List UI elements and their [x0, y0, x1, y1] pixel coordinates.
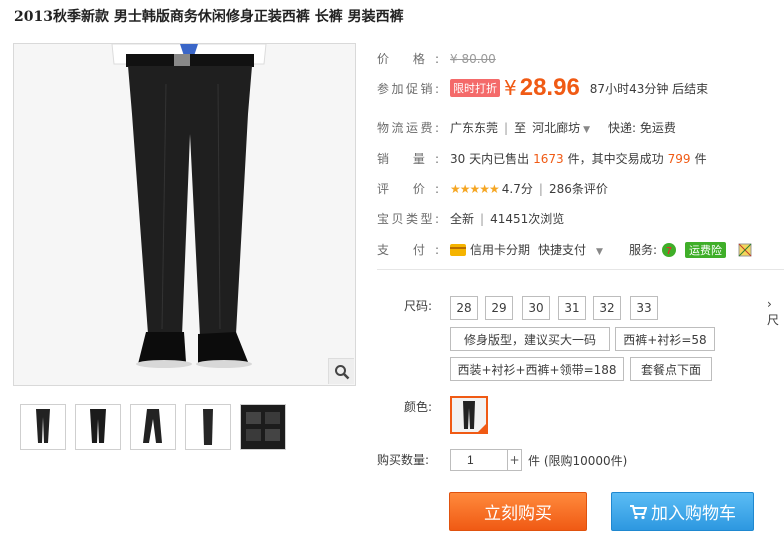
thumbnail-1[interactable]: [20, 404, 66, 450]
payment-row: 支 付: 信用卡分期 快捷支付 ▼ 服务: 7 运费险: [377, 241, 752, 258]
quantity-input[interactable]: [450, 449, 508, 471]
original-price: ¥ 80.00: [450, 51, 496, 66]
star-rating-icon: ★★★★★: [450, 181, 500, 196]
rating-sep: |: [538, 181, 543, 196]
service-icon: [738, 243, 752, 256]
shipping-from: 广东东莞: [450, 121, 499, 135]
size-note-package[interactable]: 套餐点下面: [630, 357, 712, 381]
thumbnail-5[interactable]: [240, 404, 286, 450]
quantity-increment-button[interactable]: +: [508, 449, 522, 471]
divider: [377, 269, 784, 270]
product-info: 价 格: ¥ 80.00 参加促销: 限时打折 ¥ 28.96 87小时43分钟…: [377, 0, 784, 544]
shopping-cart-icon: [630, 504, 647, 519]
buy-now-button[interactable]: 立刻购买: [449, 492, 587, 531]
installment-option[interactable]: 信用卡分期: [470, 241, 530, 258]
thumbnail-2[interactable]: [75, 404, 121, 450]
size-option-28[interactable]: 28: [450, 296, 478, 320]
chevron-down-icon: ▼: [583, 125, 591, 135]
credit-card-icon: [450, 243, 466, 256]
reviews-link[interactable]: 286条评价: [549, 180, 608, 197]
add-to-cart-label: 加入购物车: [651, 504, 736, 524]
rating-row: 评 价: ★★★★★ 4.7分 | 286条评价: [377, 180, 608, 197]
item-views: 41451次浏览: [490, 212, 565, 226]
promo-currency: ¥: [504, 76, 517, 100]
thumbnail-strip: [20, 404, 286, 450]
shipping-label: 物流运费:: [377, 121, 439, 135]
rating-label: 评 价:: [377, 182, 439, 196]
chevron-down-icon: ▼: [596, 247, 603, 257]
sales-mid: 件，其中交易成功: [567, 152, 664, 166]
price-row: 价 格: ¥ 80.00: [377, 50, 496, 67]
size-option-29[interactable]: 29: [485, 296, 513, 320]
item-type-label: 宝贝类型:: [377, 212, 439, 226]
item-condition: 全新: [450, 212, 475, 226]
magnifier-icon: [334, 364, 349, 379]
size-note-combo-188[interactable]: 西装+衬衫+西裤+领带=188: [450, 357, 624, 381]
size-note-fit[interactable]: 修身版型，建议买大一码: [450, 327, 610, 351]
seven-day-return-icon: 7: [662, 242, 676, 257]
thumbnail-3[interactable]: [130, 404, 176, 450]
product-main-image[interactable]: [13, 43, 356, 386]
trousers-image: [14, 44, 355, 385]
svg-text:7: 7: [666, 246, 672, 257]
promo-label: 参加促销:: [377, 81, 439, 96]
color-label: 颜色:: [404, 400, 433, 414]
promo-countdown: 87小时43分钟 后结束: [589, 81, 709, 96]
quantity-label: 购买数量:: [377, 453, 430, 467]
selected-check-icon: [477, 423, 487, 433]
size-label: 尺码:: [404, 299, 433, 313]
sales-label: 销 量:: [377, 152, 439, 166]
thumbnail-4[interactable]: [185, 404, 231, 450]
item-type-row: 宝贝类型: 全新 | 41451次浏览: [377, 210, 564, 227]
more-options-indicator: › 尺: [767, 297, 780, 327]
size-option-31[interactable]: 31: [558, 296, 586, 320]
size-option-32[interactable]: 32: [593, 296, 621, 320]
quantity-note: 件 (限购10000件): [528, 453, 628, 468]
price-label: 价 格:: [377, 52, 439, 66]
sales-suffix: 件: [694, 152, 707, 166]
shipping-fee: 快递: 免运费: [608, 121, 676, 135]
shipping-sep: |: [504, 120, 509, 135]
sales-success: 799: [667, 151, 691, 166]
shipping-destination[interactable]: 河北廊坊 ▼: [532, 119, 590, 136]
sales-prefix: 30 天内已售出: [450, 152, 530, 166]
size-option-33[interactable]: 33: [630, 296, 658, 320]
quick-pay-option[interactable]: 快捷支付 ▼: [538, 241, 603, 258]
payment-label: 支 付:: [377, 243, 439, 257]
freight-insurance-badge: 运费险: [685, 241, 726, 258]
promo-tag: 限时打折: [450, 79, 500, 97]
shipping-row: 物流运费: 广东东莞 | 至 河北廊坊 ▼ 快递: 免运费: [377, 119, 676, 136]
promo-row: 参加促销: 限时打折 ¥ 28.96 87小时43分钟 后结束: [377, 74, 708, 102]
service-label: 服务:: [628, 243, 657, 257]
add-to-cart-button[interactable]: 加入购物车: [611, 492, 754, 531]
sales-row: 销 量: 30 天内已售出 1673 件，其中交易成功 799 件: [377, 150, 707, 167]
sales-count: 1673: [533, 151, 564, 166]
color-option-black[interactable]: [450, 396, 488, 434]
shipping-to-prefix: 至: [514, 121, 527, 135]
promo-price: 28.96: [519, 74, 580, 101]
rating-score: 4.7分: [501, 182, 533, 196]
item-type-sep: |: [480, 211, 485, 226]
quantity-stepper: + 件 (限购10000件): [450, 449, 627, 471]
size-note-combo-58[interactable]: 西裤+衬衫=58: [615, 327, 715, 351]
size-option-30[interactable]: 30: [522, 296, 550, 320]
zoom-button[interactable]: [328, 358, 354, 384]
